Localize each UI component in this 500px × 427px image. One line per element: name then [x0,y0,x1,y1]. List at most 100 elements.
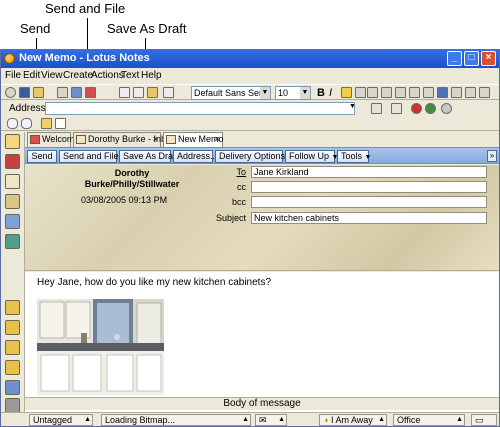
stop-icon[interactable] [411,103,422,114]
sender-name: Dorothy Burke/Philly/Stillwater [77,168,187,190]
menu-text[interactable]: Text [121,70,139,81]
action-bar: Send Send and File... Save As Draft Addr… [25,147,499,164]
save-as-draft-button[interactable]: Save As Draft [119,150,178,163]
tools-bookmark-icon[interactable] [5,398,20,413]
close-tab-icon[interactable]: × [215,133,220,146]
menu-view[interactable]: View [41,70,63,81]
secondary-toolbar [1,117,499,131]
text-color-icon[interactable] [437,87,448,98]
follow-up-button[interactable]: Follow Up ▼ [285,150,338,163]
send-button[interactable]: Send [27,150,57,163]
title-bar[interactable]: New Memo - Lotus Notes _ □ × [1,50,499,68]
bullets-icon[interactable] [381,87,392,98]
spell-check-icon[interactable] [479,87,490,98]
chevron-down-icon: ▼ [364,154,372,161]
send-and-file-button[interactable]: Send and File... [59,150,126,163]
cc-field[interactable] [251,181,487,193]
expand-actions-icon[interactable]: » [487,150,497,162]
tab-new-memo[interactable]: New Memo × [163,132,224,147]
away-icon: ◑ [323,415,329,425]
to-label[interactable]: To [190,167,246,177]
menu-file[interactable]: File [5,70,21,81]
numbering-icon[interactable] [395,87,406,98]
attach-icon[interactable] [465,87,476,98]
forward-icon[interactable] [391,103,402,114]
location-select[interactable]: Office ▲ [393,414,465,426]
user-icon[interactable] [41,118,52,129]
maximize-button[interactable]: □ [464,51,479,66]
open-icon[interactable] [33,87,44,98]
align-center-icon[interactable] [367,87,378,98]
delivery-options-button[interactable]: Delivery Options... [215,150,293,163]
favorites-bookmark-icon[interactable] [5,300,20,315]
presence-status[interactable]: ◑ I Am Away ▲ [319,414,387,426]
apps-bookmark-icon[interactable] [5,380,20,395]
search-icon[interactable] [441,103,452,114]
italic-button[interactable]: I [329,87,332,99]
menu-create[interactable]: Create [63,70,93,81]
status-bar: Untagged ▲ Loading Bitmap... ▲ ✉ ▲ ◑ I A… [1,412,499,426]
mail-bookmark-icon[interactable] [5,154,20,169]
align-left-icon[interactable] [355,87,366,98]
minimize-button[interactable]: _ [447,51,462,66]
envelope-icon: ▭ [475,415,484,425]
address-bar: Address ▼ [1,101,499,116]
todo-bookmark-icon[interactable] [5,214,20,229]
callout-send: Send [20,21,51,36]
category-value: Untagged [33,415,73,425]
print-icon[interactable] [57,87,68,98]
close-tab-icon[interactable]: × [153,133,158,146]
copy-icon[interactable] [133,87,144,98]
table-icon[interactable] [451,87,462,98]
calendar-icon[interactable] [55,118,66,129]
body-of-message-bar: Body of message [25,397,499,410]
mail-icon[interactable] [71,87,82,98]
sametime-icon-panel[interactable]: ✉ ▲ [255,414,287,426]
history-bookmark-icon[interactable] [5,360,20,375]
memo-body[interactable]: Hey Jane, how do you like my new kitchen… [25,272,499,412]
menu-actions[interactable]: Actions [91,70,124,81]
tab-welcome[interactable]: Welcome [27,132,79,147]
address-button[interactable]: Address... [173,150,218,163]
tab-inbox[interactable]: Dorothy Burke - Inbox × [73,132,176,147]
reload-icon[interactable] [425,103,436,114]
sender-name-line1: Dorothy [114,168,150,178]
to-field[interactable]: Jane Kirkland [251,166,487,178]
status-message: Loading Bitmap... ▲ [101,414,251,426]
bcc-field[interactable] [251,196,487,208]
chat-reply-icon[interactable] [21,118,32,129]
home-bookmark-icon[interactable] [5,134,20,149]
back-icon[interactable] [371,103,382,114]
replication-bookmark-icon[interactable] [5,234,20,249]
lotus-notes-window: New Memo - Lotus Notes _ □ × File Edit V… [0,49,500,427]
databases-bookmark-icon[interactable] [5,320,20,335]
tools-button[interactable]: Tools ▼ [337,150,372,163]
contacts-bookmark-icon[interactable] [5,194,20,209]
close-button[interactable]: × [481,51,496,66]
format-icon[interactable] [163,87,174,98]
bold-button[interactable]: B [317,87,325,99]
category-select[interactable]: Untagged ▲ [29,414,93,426]
replicate-icon[interactable] [85,87,96,98]
more-bookmarks-icon[interactable] [5,340,20,355]
cut-icon[interactable] [119,87,130,98]
chat-icon[interactable] [7,118,18,129]
inbox-status-icon[interactable]: ▭ [471,414,497,426]
font-name-select[interactable]: Default Sans Serif ▼ [191,86,271,100]
chevron-down-icon: ▼ [300,87,310,99]
spacing-icon[interactable] [423,87,434,98]
paste-icon[interactable] [147,87,158,98]
calendar-bookmark-icon[interactable] [5,174,20,189]
menu-edit[interactable]: Edit [23,70,40,81]
subject-field[interactable]: New kitchen cabinets [251,212,487,224]
indent-icon[interactable] [409,87,420,98]
menu-help[interactable]: Help [141,70,162,81]
font-size-select[interactable]: 10 ▼ [275,86,311,100]
menu-bar: File Edit View Create Actions Text Help [1,69,499,83]
refresh-icon[interactable] [5,87,16,98]
chevron-down-icon[interactable]: ▼ [349,103,356,110]
main-toolbar: Default Sans Serif ▼ 10 ▼ B I [1,84,499,100]
highlighter-icon[interactable] [341,87,352,98]
address-input[interactable] [45,102,355,115]
save-icon[interactable] [19,87,30,98]
